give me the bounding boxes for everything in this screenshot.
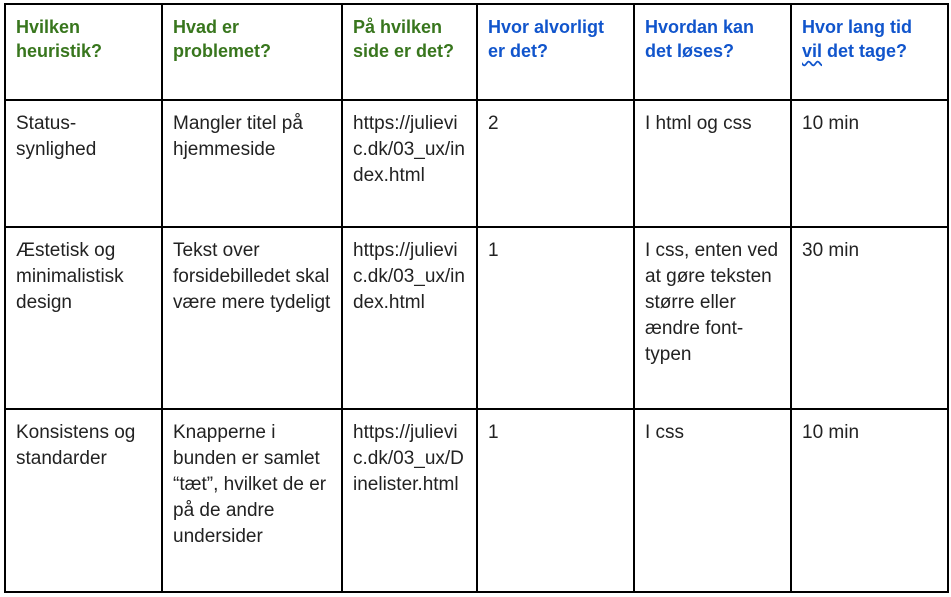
cell-loesning: I html og css (633, 99, 792, 228)
cell-alvor: 2 (476, 99, 635, 228)
cell-heuristik: Konsistens og standarder (4, 408, 163, 593)
cell-loesning: I css, enten ved at gøre teksten større … (633, 226, 792, 410)
cell-loesning: I css (633, 408, 792, 593)
cell-problem: Knapperne i bunden er samlet “tæt”, hvil… (161, 408, 343, 593)
header-side: På hvilken side er det? (341, 3, 478, 101)
header-alvor: Hvor alvorligt er det? (476, 3, 635, 101)
cell-tid: 10 min (790, 408, 949, 593)
cell-side: https://julievic.dk/03_ux/index.html (341, 226, 478, 410)
cell-side: https://julievic.dk/03_ux/Dinelister.htm… (341, 408, 478, 593)
header-tid-part1: Hvor lang tid (802, 17, 913, 37)
cell-alvor: 1 (476, 226, 635, 410)
header-problem: Hvad er problemet? (161, 3, 343, 101)
cell-problem: Tekst over forsidebilledet skal være mer… (161, 226, 343, 410)
table-row: Æstetisk og minimalistisk design Tekst o… (4, 226, 949, 410)
header-heuristik: Hvilken heuristik? (4, 3, 163, 101)
cell-side: https://julievic.dk/03_ux/index.html (341, 99, 478, 228)
header-loesning: Hvordan kan det løses? (633, 3, 792, 101)
cell-heuristik: Æstetisk og minimalistisk design (4, 226, 163, 410)
cell-tid: 10 min (790, 99, 949, 228)
header-row: Hvilken heuristik? Hvad er problemet? På… (4, 3, 949, 101)
cell-heuristik: Status-synlighed (4, 99, 163, 228)
header-tid-part2: det tage? (822, 41, 908, 61)
table-row: Konsistens og standarder Knapperne i bun… (4, 408, 949, 593)
cell-problem: Mangler titel på hjemmeside (161, 99, 343, 228)
cell-alvor: 1 (476, 408, 635, 593)
spellcheck-word[interactable]: vil (802, 41, 822, 61)
header-tid: Hvor lang tid vil det tage? (790, 3, 949, 101)
cell-tid: 30 min (790, 226, 949, 410)
heuristic-evaluation-table: Hvilken heuristik? Hvad er problemet? På… (4, 3, 949, 593)
table-row: Status-synlighed Mangler titel på hjemme… (4, 99, 949, 228)
